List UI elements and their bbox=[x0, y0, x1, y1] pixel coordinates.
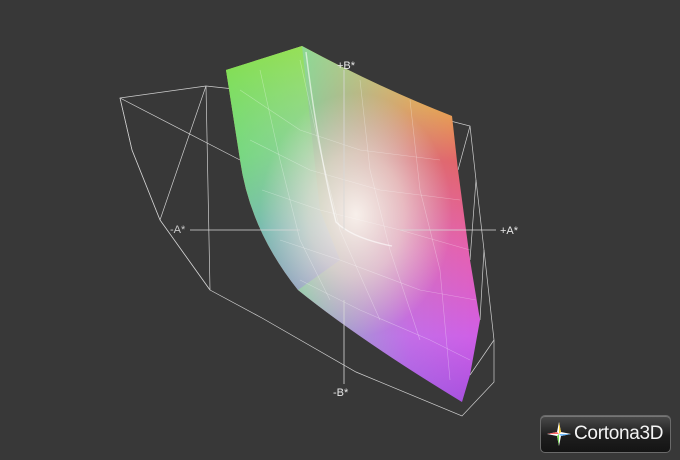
cortona3d-logo-button[interactable]: Cortona3D bbox=[540, 415, 671, 453]
axis-label-plus-a: +A* bbox=[500, 225, 519, 237]
axis-label-plus-b: +B* bbox=[337, 60, 356, 72]
cortona-star-icon bbox=[547, 422, 571, 446]
axis-label-minus-b: -B* bbox=[333, 387, 349, 399]
logo-text: Cortona3D bbox=[574, 423, 664, 444]
axis-label-minus-a: -A* bbox=[170, 224, 186, 236]
cortona3d-viewport[interactable]: +B* -A* +A* -B* Cortona3D bbox=[0, 0, 680, 460]
